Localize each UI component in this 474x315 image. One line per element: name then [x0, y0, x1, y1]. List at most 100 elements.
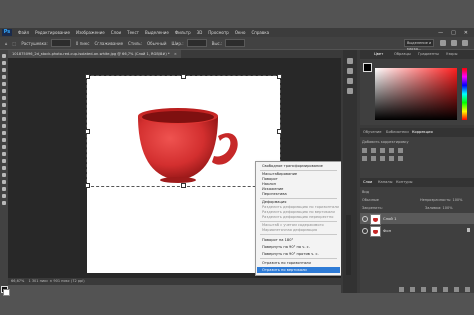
vibrance-icon[interactable] — [398, 148, 403, 153]
shape-tool-icon[interactable] — [2, 180, 6, 184]
layer-kind-filter[interactable]: Вид — [362, 190, 369, 194]
stamp-tool-icon[interactable] — [2, 117, 6, 121]
blend-mode-select[interactable]: Обычные — [362, 198, 379, 202]
brush-settings-icon[interactable] — [347, 78, 353, 84]
menu-item-flip-vertical[interactable]: Отразить по вертикали — [262, 267, 307, 273]
transform-handle-left[interactable] — [85, 129, 90, 134]
pen-tool-icon[interactable] — [2, 159, 6, 163]
path-selection-tool-icon[interactable] — [2, 173, 6, 177]
opacity-control[interactable]: Непрозрачность: 100% — [420, 198, 463, 202]
trash-icon[interactable] — [465, 286, 470, 292]
channel-mixer-icon[interactable] — [398, 156, 403, 161]
hue-slider[interactable] — [462, 68, 467, 120]
width-input[interactable] — [186, 39, 207, 47]
tab-adjustments[interactable]: Коррекция — [412, 128, 433, 137]
menu-item-skew[interactable]: Наклон — [262, 182, 276, 186]
add-mask-icon[interactable] — [421, 286, 426, 292]
menu-item-rotate-90-ccw[interactable]: Повернуть на 90° против ч. с. — [262, 252, 319, 256]
brush-tool-icon[interactable] — [2, 110, 6, 114]
type-tool-icon[interactable] — [2, 166, 6, 170]
frame-tool-icon[interactable] — [2, 89, 6, 93]
tab-color[interactable]: Цвет — [374, 50, 383, 59]
menu-item-scale[interactable]: Масштабирование — [262, 172, 297, 176]
menu-item-distort[interactable]: Искажение — [262, 187, 283, 191]
hand-tool-icon[interactable] — [2, 187, 6, 191]
menu-item-rotate-180[interactable]: Поворот на 180° — [262, 238, 293, 242]
fill-control[interactable]: Заливка: 100% — [425, 206, 453, 210]
transform-handle-top-right[interactable] — [277, 74, 282, 79]
menu-item-rotate[interactable]: Поворот — [262, 177, 278, 181]
menu-type[interactable]: Текст — [127, 30, 139, 35]
transform-handle-top-left[interactable] — [85, 74, 90, 79]
layer-name[interactable]: Слой 1 — [383, 213, 397, 224]
share-icon[interactable] — [462, 40, 468, 46]
marquee-tool-icon[interactable]: ⬚ — [13, 41, 17, 46]
crop-tool-icon[interactable] — [2, 82, 6, 86]
more-tools-icon[interactable] — [2, 201, 6, 205]
zoom-tool-icon[interactable] — [2, 194, 6, 198]
link-layers-icon[interactable] — [399, 286, 404, 292]
tab-gradients[interactable]: Градиенты — [418, 50, 439, 59]
lasso-tool-icon[interactable] — [2, 68, 6, 72]
home-icon[interactable]: ⌂ — [5, 41, 8, 46]
zoom-level[interactable]: 66,67% — [11, 279, 24, 283]
tab-libraries[interactable]: Библиотеки — [386, 128, 409, 137]
layer-style-icon[interactable] — [410, 286, 415, 292]
close-tab-icon[interactable]: × — [174, 52, 177, 56]
panel-foreground-swatch[interactable] — [363, 63, 372, 72]
transform-handle-right[interactable] — [277, 129, 282, 134]
layer-name[interactable]: Фон — [383, 225, 391, 236]
adjustment-layer-icon[interactable] — [432, 286, 437, 292]
black-white-icon[interactable] — [380, 156, 385, 161]
curves-icon[interactable] — [380, 148, 385, 153]
maximize-button[interactable]: □ — [451, 30, 456, 36]
dodge-tool-icon[interactable] — [2, 152, 6, 156]
history-panel-icon[interactable] — [347, 58, 353, 64]
eraser-tool-icon[interactable] — [2, 131, 6, 135]
healing-brush-tool-icon[interactable] — [2, 103, 6, 107]
character-panel-icon[interactable] — [347, 88, 353, 94]
style-select[interactable]: Обычный — [147, 41, 167, 46]
photo-filter-icon[interactable] — [389, 156, 394, 161]
tab-learn[interactable]: Обучение — [363, 128, 381, 137]
properties-panel-icon[interactable] — [347, 68, 353, 74]
tab-swatches[interactable]: Образцы — [394, 50, 411, 59]
brightness-icon[interactable] — [362, 148, 367, 153]
menu-item-perspective[interactable]: Перспектива — [262, 192, 287, 196]
menu-help[interactable]: Справка — [251, 30, 269, 35]
tab-channels[interactable]: Каналы — [378, 178, 392, 187]
menu-view[interactable]: Просмотр — [208, 30, 229, 35]
menu-edit[interactable]: Редактирование — [35, 30, 70, 35]
history-brush-tool-icon[interactable] — [2, 124, 6, 128]
menu-item-free-transform[interactable]: Свободное трансформирование — [262, 164, 323, 168]
group-icon[interactable] — [443, 286, 448, 292]
close-window-button[interactable]: ✕ — [464, 30, 468, 36]
menu-select[interactable]: Выделение — [145, 30, 169, 35]
color-balance-icon[interactable] — [371, 156, 376, 161]
height-input[interactable] — [225, 39, 246, 47]
transform-handle-bottom-left[interactable] — [85, 183, 90, 188]
tab-layers[interactable]: Слои — [363, 178, 372, 187]
transform-handle-top[interactable] — [181, 74, 186, 79]
canvas-workspace[interactable]: Свободное трансформирование Масштабирова… — [8, 58, 342, 278]
exposure-icon[interactable] — [389, 148, 394, 153]
blur-tool-icon[interactable] — [2, 145, 6, 149]
gradient-tool-icon[interactable] — [2, 138, 6, 142]
antialias-checkbox[interactable]: Сглаживание — [94, 41, 123, 46]
select-and-mask-button[interactable]: Выделение и маска... — [404, 39, 434, 51]
menu-item-rotate-90-cw[interactable]: Повернуть на 90° по ч. с. — [262, 245, 310, 249]
color-picker-field[interactable] — [375, 68, 457, 120]
menu-item-warp[interactable]: Деформация — [262, 200, 286, 204]
menu-layers[interactable]: Слои — [111, 30, 121, 35]
marquee-tool-icon[interactable] — [2, 61, 6, 65]
background-color-swatch[interactable] — [3, 289, 10, 296]
menu-file[interactable]: Файл — [18, 30, 29, 35]
layer-row-background[interactable]: Фон — [360, 225, 474, 237]
menu-image[interactable]: Изображение — [76, 30, 105, 35]
menu-window[interactable]: Окно — [235, 30, 246, 35]
menu-item-flip-horizontal[interactable]: Отразить по горизонтали — [262, 261, 311, 265]
workspace-icon[interactable] — [451, 40, 457, 46]
eyedropper-tool-icon[interactable] — [2, 96, 6, 100]
document-canvas[interactable] — [85, 74, 282, 273]
menu-filter[interactable]: Фильтр — [175, 30, 191, 35]
